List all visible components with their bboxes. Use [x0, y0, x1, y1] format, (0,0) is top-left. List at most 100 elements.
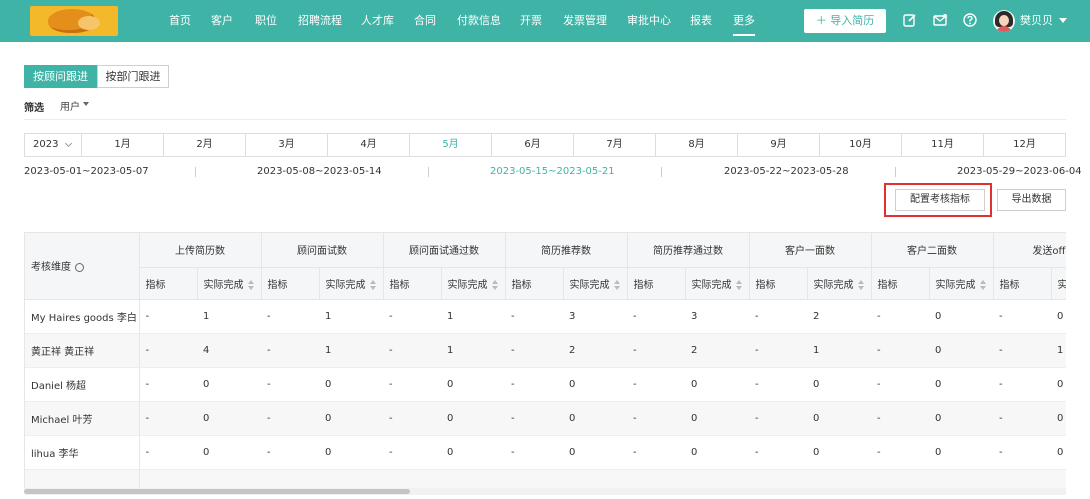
nav-item-payments[interactable]: 付款信息 [457, 0, 501, 42]
actual-column-header[interactable]: 实际完成 [807, 267, 872, 300]
nav-item-contracts[interactable]: 合同 [414, 0, 436, 42]
actual-column-header[interactable]: 实际完成 [929, 267, 994, 300]
target-cell [139, 469, 197, 490]
actual-column-header[interactable]: 实际完成 [1051, 267, 1066, 300]
actual-column-header[interactable]: 实际完成 [319, 267, 384, 300]
logo[interactable] [30, 6, 118, 36]
nav-item-home[interactable]: 首页 [169, 0, 191, 42]
target-cell: - [139, 367, 197, 402]
username[interactable]: 樊贝贝 [1020, 0, 1053, 42]
week-range-item[interactable]: 2023-05-01~2023-05-07 [24, 166, 149, 177]
year-select[interactable]: 2023 [25, 134, 82, 156]
import-resume-button[interactable]: ＋ 导入简历 [804, 9, 886, 33]
export-data-button[interactable]: 导出数据 [997, 189, 1066, 211]
week-range-item[interactable]: 2023-05-22~2023-05-28 [724, 166, 849, 177]
tab-by-department[interactable]: 按部门跟进 [97, 65, 169, 88]
actual-cell: 0 [197, 401, 261, 436]
gear-icon[interactable] [75, 262, 84, 272]
actual-column-header[interactable]: 实际完成 [685, 267, 750, 300]
top-navbar: 首页 客户 职位 招聘流程 人才库 合同 付款信息 开票 发票管理 审批中心 报… [0, 0, 1090, 42]
month-item[interactable]: 6月 [492, 134, 574, 156]
target-cell [871, 469, 929, 490]
logo-image-detail [78, 16, 100, 30]
nav-item-recruit-flow[interactable]: 招聘流程 [298, 0, 342, 42]
month-item[interactable]: 4月 [328, 134, 410, 156]
sort-icon[interactable] [735, 279, 742, 290]
sort-icon[interactable] [857, 279, 864, 290]
actual-cell: 2 [807, 299, 871, 334]
target-cell: - [383, 333, 441, 368]
avatar[interactable] [993, 10, 1015, 32]
week-range-item[interactable]: 2023-05-29~2023-06-04 [957, 166, 1082, 177]
week-range-item-active[interactable]: 2023-05-15~2023-05-21 [490, 166, 615, 177]
month-item[interactable]: 11月 [902, 134, 984, 156]
consultant-name [25, 469, 140, 490]
actual-column-label: 实际完成 [569, 279, 610, 291]
metric-group-header: 简历推荐通过数 [627, 233, 750, 268]
target-cell: - [383, 299, 441, 334]
caret-down-icon[interactable] [83, 102, 89, 106]
actual-cell: 1 [441, 299, 505, 334]
chevron-down-icon[interactable] [1059, 18, 1067, 23]
nav-item-reports[interactable]: 报表 [690, 0, 712, 42]
actual-column-label: 实际完成 [447, 279, 488, 291]
metric-group-header: 客户一面数 [749, 233, 872, 268]
actual-cell: 0 [197, 435, 261, 470]
actual-column-header[interactable]: 实际完成 [197, 267, 262, 300]
month-item[interactable]: 9月 [738, 134, 820, 156]
nav-item-invoicing[interactable]: 开票 [520, 0, 542, 42]
actual-column-label: 实际完成 [813, 279, 854, 291]
tab-by-consultant[interactable]: 按顾问跟进 [24, 65, 97, 88]
target-cell: - [993, 367, 1051, 402]
sort-icon[interactable] [247, 279, 254, 290]
actual-cell: 2 [563, 333, 627, 368]
actual-cell: 0 [563, 435, 627, 470]
target-cell [627, 469, 685, 490]
actual-cell: 0 [441, 435, 505, 470]
month-item[interactable]: 1月 [82, 134, 164, 156]
target-column-header: 指标 [993, 267, 1052, 300]
sort-icon[interactable] [369, 279, 376, 290]
edit-icon[interactable] [903, 13, 917, 27]
nav-item-more[interactable]: 更多 [733, 0, 755, 42]
week-separator [661, 167, 662, 177]
target-cell: - [871, 367, 929, 402]
sort-icon[interactable] [979, 279, 986, 290]
metric-group-header: 客户二面数 [871, 233, 994, 268]
sort-icon[interactable] [613, 279, 620, 290]
actual-cell: 0 [319, 367, 383, 402]
month-item[interactable]: 2月 [164, 134, 246, 156]
year-value: 2023 [33, 139, 59, 150]
month-item[interactable]: 8月 [656, 134, 738, 156]
actual-cell: 0 [1051, 367, 1066, 402]
nav-item-customers[interactable]: 客户 [211, 0, 233, 42]
table-row: My Haires goods 李白 -1-1-1-3-3-2-0-0 [25, 299, 1066, 334]
scrollbar-thumb[interactable] [24, 489, 410, 494]
nav-item-positions[interactable]: 职位 [255, 0, 277, 42]
target-cell: - [749, 333, 807, 368]
mail-icon[interactable] [933, 13, 947, 27]
help-icon[interactable] [963, 13, 977, 27]
nav-item-talent-pool[interactable]: 人才库 [361, 0, 394, 42]
user-filter-dropdown[interactable]: 用户 [60, 98, 80, 113]
sort-icon[interactable] [491, 279, 498, 290]
target-cell: - [627, 367, 685, 402]
target-column-header: 指标 [627, 267, 686, 300]
nav-item-invoice-mgmt[interactable]: 发票管理 [563, 0, 607, 42]
nav-item-approval[interactable]: 审批中心 [627, 0, 671, 42]
target-cell: - [749, 435, 807, 470]
actual-column-header[interactable]: 实际完成 [563, 267, 628, 300]
actual-column-header[interactable]: 实际完成 [441, 267, 506, 300]
target-column-label: 指标 [633, 279, 654, 291]
month-selector: 2023 1月 2月 3月 4月 5月 6月 7月 8月 9月 10月 11月 … [24, 133, 1066, 157]
month-item[interactable]: 3月 [246, 134, 328, 156]
metrics-table: 考核维度 上传简历数 顾问面试数 顾问面试通过数 简历推荐数 简历推荐通过数 客户一面数客… [24, 232, 1066, 490]
month-item[interactable]: 7月 [574, 134, 656, 156]
target-column-label: 指标 [389, 279, 410, 291]
month-item[interactable]: 12月 [984, 134, 1065, 156]
month-item-active[interactable]: 5月 [410, 134, 492, 156]
actual-cell: 1 [441, 333, 505, 368]
month-item[interactable]: 10月 [820, 134, 902, 156]
week-range-item[interactable]: 2023-05-08~2023-05-14 [257, 166, 382, 177]
target-column-label: 指标 [999, 279, 1020, 291]
